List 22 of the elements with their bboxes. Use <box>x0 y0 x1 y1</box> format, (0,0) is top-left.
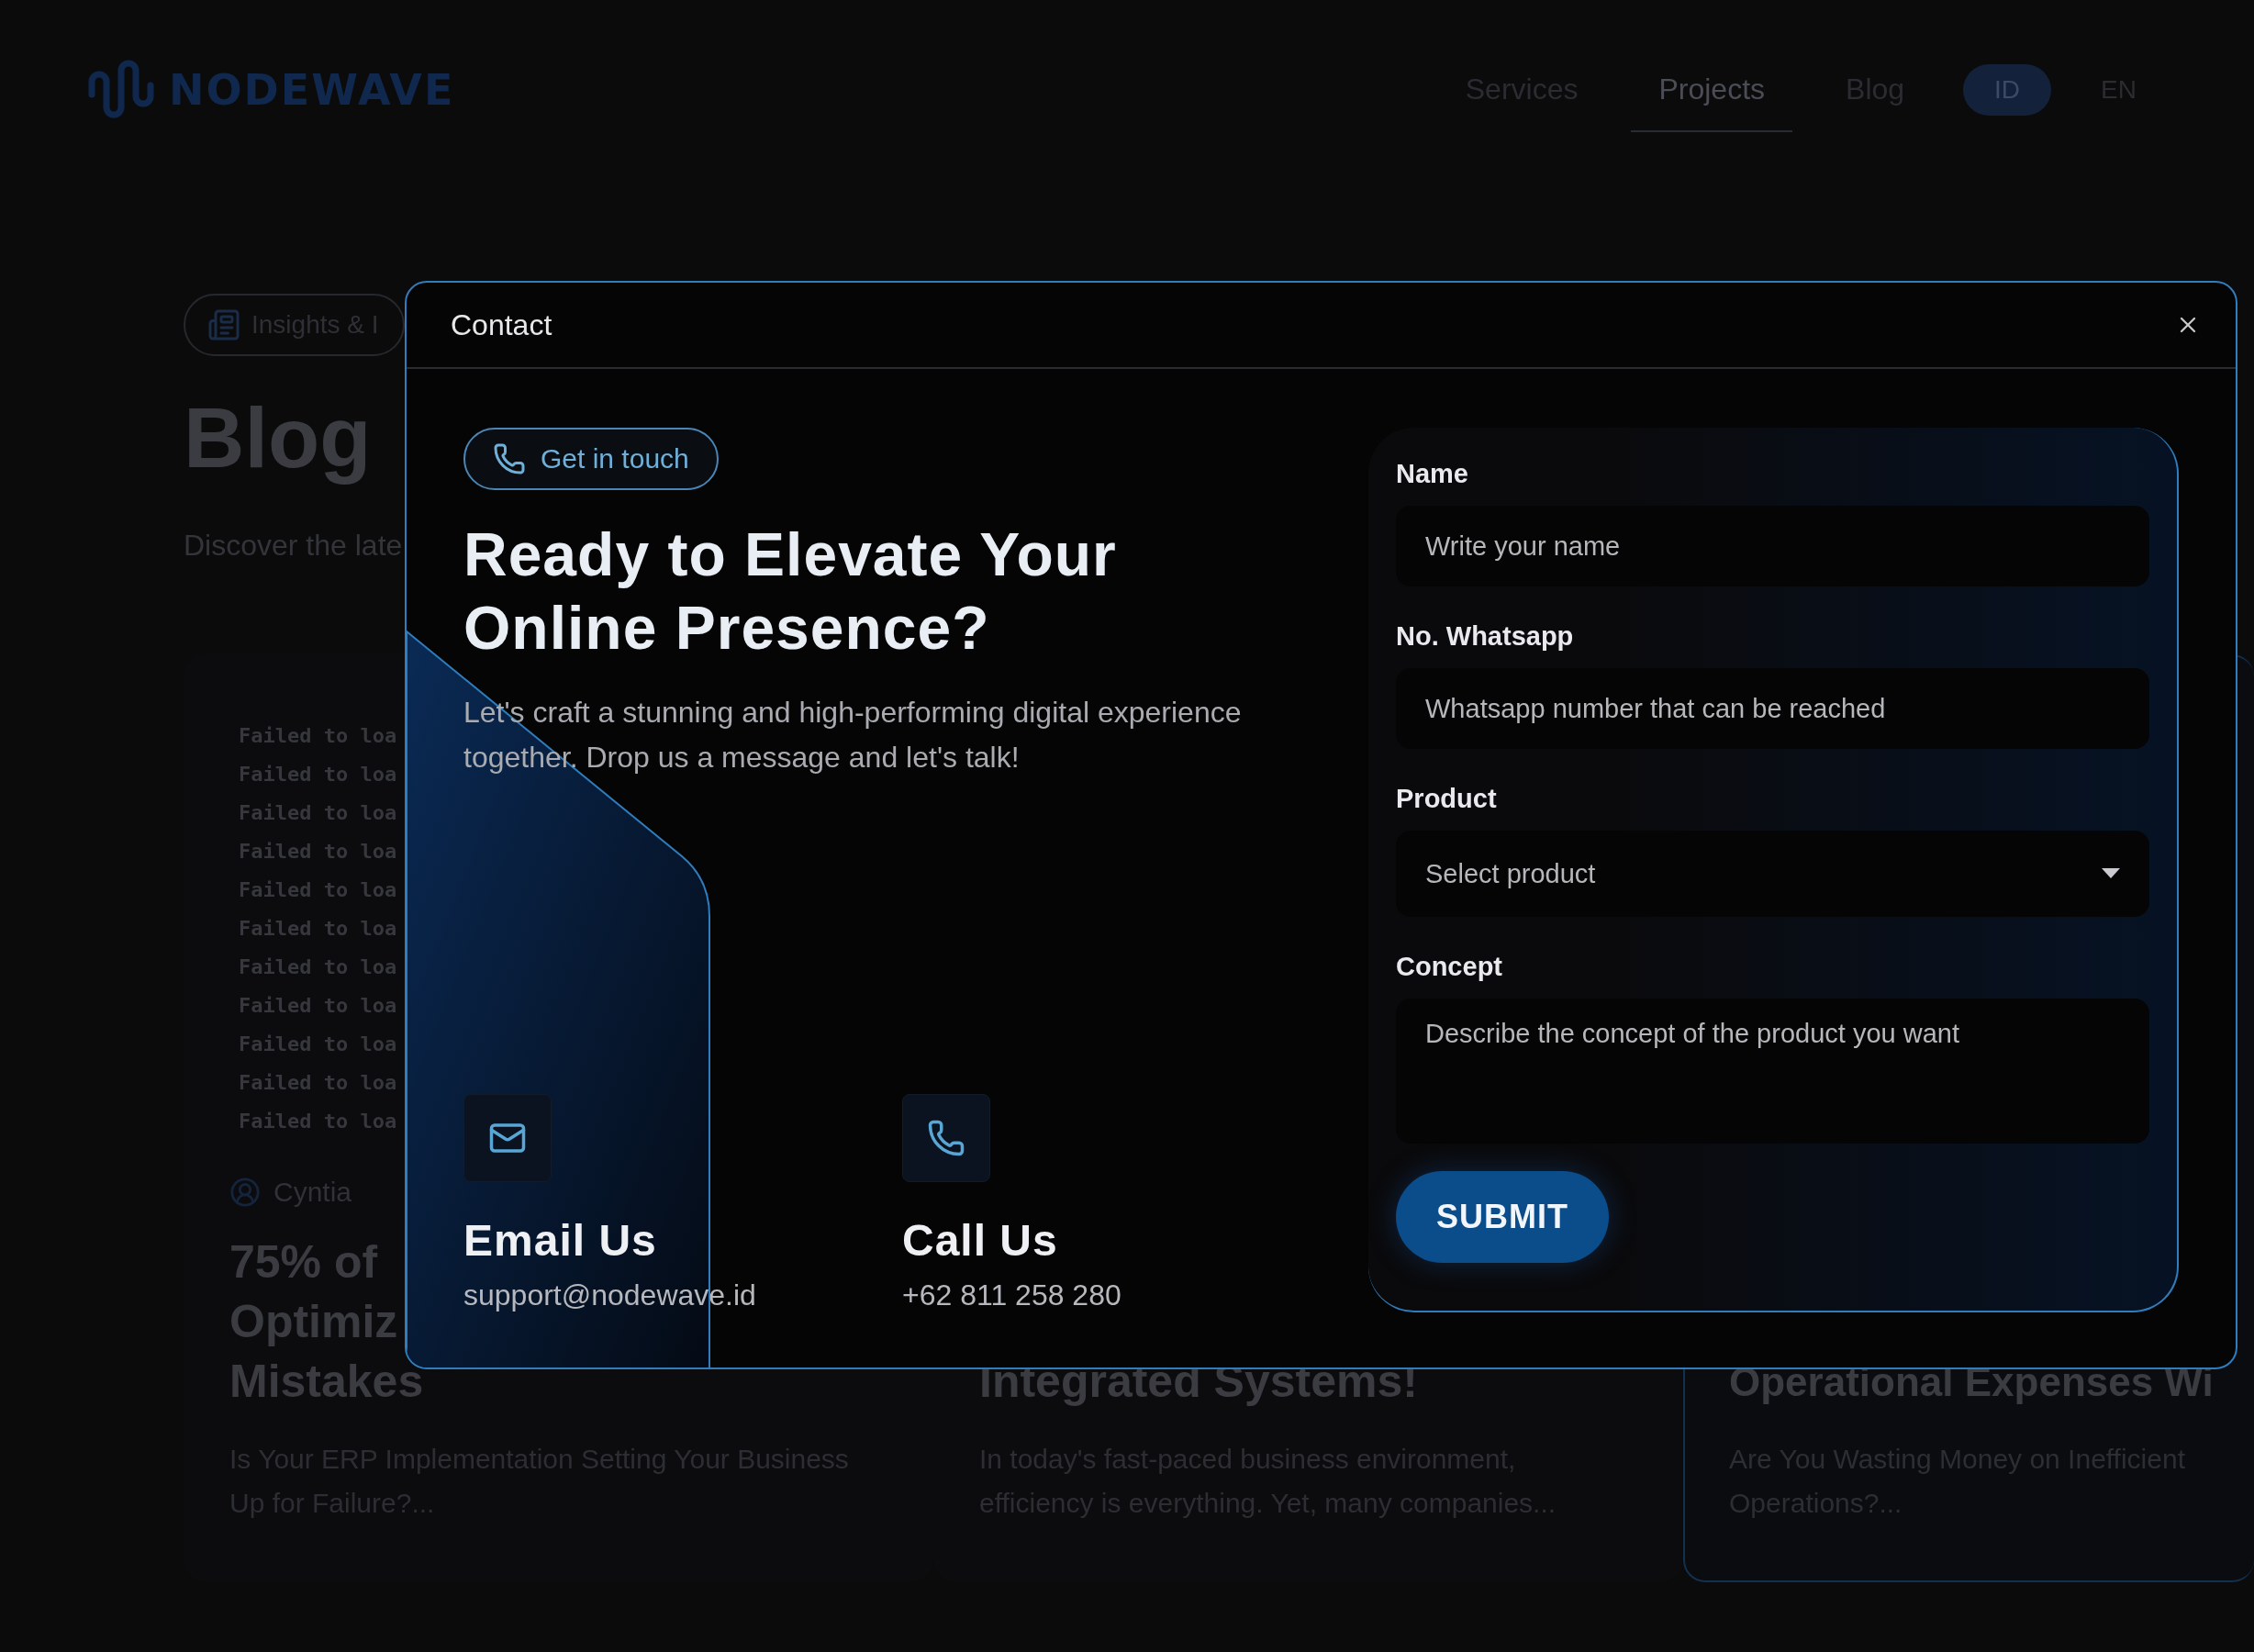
dropdown-caret-icon <box>2102 868 2120 879</box>
textarea-field[interactable]: Describe the concept of the product you want <box>1396 999 2149 1144</box>
contact-title: Email Us <box>463 1215 657 1266</box>
select-field[interactable]: Select product <box>1396 831 2149 917</box>
input-field[interactable]: Write your name <box>1396 506 2149 586</box>
dialog-title: Contact <box>451 307 552 342</box>
field-label: Product <box>1396 784 1498 814</box>
badge-label: Get in touch <box>541 443 689 474</box>
field-label: Concept <box>1396 952 1503 982</box>
field-label: Name <box>1396 459 1469 489</box>
contact-title: Call Us <box>902 1215 1058 1266</box>
user-icon <box>229 1177 261 1209</box>
newspaper-icon <box>207 308 240 341</box>
dialog-headline: Ready to Elevate Your Online Presence? <box>463 519 1118 664</box>
input-field[interactable]: Whatsapp number that can be reached <box>1396 668 2149 749</box>
nav-link[interactable]: Projects <box>1631 48 1793 132</box>
logo-wordmark: NODEWAVE <box>169 65 455 115</box>
submit-button[interactable]: SUBMIT <box>1396 1171 1609 1263</box>
phone-icon <box>927 1119 965 1157</box>
field-label: No. Whatsapp <box>1396 621 1575 652</box>
contact-value[interactable]: +62 811 258 280 <box>902 1278 1121 1312</box>
phone-icon <box>493 442 526 475</box>
